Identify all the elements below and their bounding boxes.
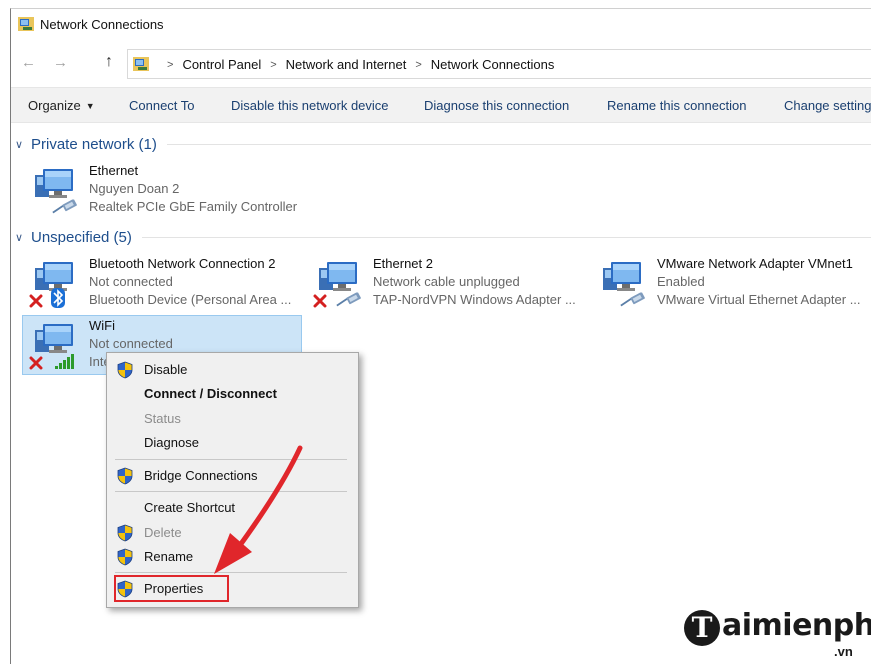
connection-status: Enabled xyxy=(657,274,705,289)
organize-label: Organize xyxy=(28,98,81,113)
connection-device: Realtek PCIe GbE Family Controller xyxy=(89,199,298,214)
forward-arrow-icon[interactable]: → xyxy=(53,54,68,71)
taimienphi-watermark: T aimienphi .vn xyxy=(684,608,871,660)
menu-item-create-shortcut[interactable]: Create Shortcut xyxy=(107,496,358,520)
menu-item-label: Diagnose xyxy=(144,435,199,450)
menu-item-bridge-connections[interactable]: Bridge Connections xyxy=(107,464,358,488)
menu-item-disable[interactable]: Disable xyxy=(107,358,358,382)
connection-name: Ethernet xyxy=(89,163,139,178)
watermark-tld: .vn xyxy=(834,644,853,659)
menu-item-connect-disconnect[interactable]: Connect / Disconnect xyxy=(107,382,358,406)
group-header-private[interactable]: ∨ Private network (1) xyxy=(15,134,871,154)
disable-device-button[interactable]: Disable this network device xyxy=(231,98,389,113)
uac-shield-icon xyxy=(117,524,133,542)
uac-shield-icon xyxy=(117,548,133,566)
connection-status: Nguyen Doan 2 xyxy=(89,181,180,196)
menu-separator xyxy=(115,459,347,460)
group-title: Private network (1) xyxy=(31,135,157,153)
wifi-adapter-icon xyxy=(29,320,74,372)
connect-to-button[interactable]: Connect To xyxy=(129,98,195,113)
breadcrumb-network-connections[interactable]: Network Connections xyxy=(431,57,555,72)
control-panel-icon xyxy=(133,57,149,71)
menu-item-label: Create Shortcut xyxy=(144,500,236,515)
connection-status: Network cable unplugged xyxy=(373,274,520,289)
connection-device: TAP-NordVPN Windows Adapter ... xyxy=(373,292,576,307)
group-header-unspecified[interactable]: ∨ Unspecified (5) xyxy=(15,227,871,247)
connection-ethernet-2[interactable]: Ethernet 2 Network cable unplugged TAP-N… xyxy=(307,254,587,312)
menu-item-label: Disable xyxy=(144,362,188,377)
window-title: Network Connections xyxy=(40,17,164,32)
context-menu: Disable Connect / Disconnect Status Diag… xyxy=(106,352,359,608)
network-adapter-icon xyxy=(29,258,81,308)
chevron-down-icon[interactable]: ∨ xyxy=(15,138,29,151)
connection-status: Not connected xyxy=(89,274,173,289)
menu-item-label: Rename xyxy=(144,549,194,564)
chevron-right-icon: > xyxy=(167,58,174,71)
back-arrow-icon[interactable]: ← xyxy=(21,54,36,71)
menu-item-label: Status xyxy=(144,411,181,426)
address-bar[interactable]: > Control Panel > Network and Internet >… xyxy=(127,49,871,79)
up-arrow-icon[interactable]: ↑ xyxy=(105,53,113,71)
menu-item-status[interactable]: Status xyxy=(107,407,358,431)
menu-item-label: Delete xyxy=(144,525,182,540)
uac-shield-icon xyxy=(117,467,133,485)
menu-item-label: Connect / Disconnect xyxy=(144,386,277,401)
connection-name: VMware Network Adapter VMnet1 xyxy=(657,256,853,271)
group-divider xyxy=(166,143,871,145)
diagnose-connection-button[interactable]: Diagnose this connection xyxy=(424,98,569,113)
menu-item-rename[interactable]: Rename xyxy=(107,545,358,569)
rename-connection-button[interactable]: Rename this connection xyxy=(607,98,746,113)
navigation-bar: ← → ↑ > Control Panel > Network and Inte… xyxy=(11,43,871,83)
menu-separator xyxy=(115,491,347,492)
connection-bluetooth[interactable]: Bluetooth Network Connection 2 Not conne… xyxy=(23,254,303,312)
group-divider xyxy=(141,236,871,238)
connection-name: Ethernet 2 xyxy=(373,256,433,271)
watermark-brand: aimienphi xyxy=(722,608,871,643)
chevron-down-icon[interactable]: ∨ xyxy=(15,231,29,244)
menu-item-diagnose[interactable]: Diagnose xyxy=(107,431,358,455)
network-adapter-icon xyxy=(597,258,649,310)
change-settings-button[interactable]: Change settings xyxy=(784,98,871,113)
network-adapter-icon xyxy=(313,258,365,310)
connection-vmware-vmnet1[interactable]: VMware Network Adapter VMnet1 Enabled VM… xyxy=(591,254,871,312)
connection-device: Bluetooth Device (Personal Area ... xyxy=(89,292,292,307)
uac-shield-icon xyxy=(117,361,133,379)
network-adapter-icon xyxy=(29,165,81,217)
group-title: Unspecified (5) xyxy=(31,228,132,246)
connection-ethernet[interactable]: Ethernet Nguyen Doan 2 Realtek PCIe GbE … xyxy=(23,161,303,219)
chevron-right-icon[interactable]: > xyxy=(415,59,421,71)
connection-device: VMware Virtual Ethernet Adapter ... xyxy=(657,292,861,307)
command-bar: Organize ▼ Connect To Disable this networ… xyxy=(11,87,871,123)
watermark-logo-letter: T xyxy=(684,610,720,646)
connection-name: Bluetooth Network Connection 2 xyxy=(89,256,276,271)
caret-down-icon: ▼ xyxy=(85,101,95,111)
organize-button[interactable]: Organize ▼ xyxy=(28,98,95,113)
menu-separator xyxy=(115,572,347,573)
menu-item-delete[interactable]: Delete xyxy=(107,521,358,545)
breadcrumb-control-panel[interactable]: Control Panel xyxy=(182,57,261,72)
chevron-right-icon[interactable]: > xyxy=(270,59,276,71)
menu-item-label: Bridge Connections xyxy=(144,468,258,483)
title-bar: Network Connections xyxy=(11,9,871,39)
connection-name: WiFi xyxy=(89,318,115,333)
network-connections-icon xyxy=(18,17,34,31)
breadcrumb-network-and-internet[interactable]: Network and Internet xyxy=(286,57,407,72)
connection-status: Not connected xyxy=(89,336,173,351)
breadcrumb: > Control Panel > Network and Internet >… xyxy=(158,57,554,72)
properties-highlight-box xyxy=(114,575,229,602)
